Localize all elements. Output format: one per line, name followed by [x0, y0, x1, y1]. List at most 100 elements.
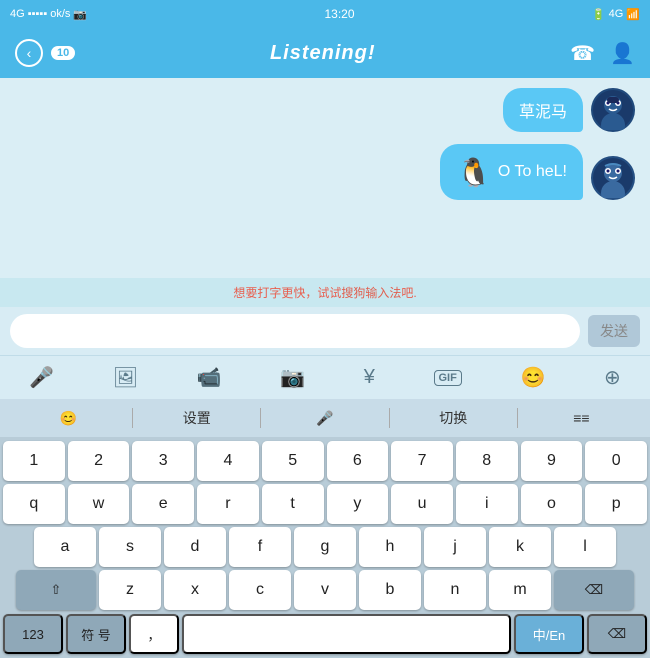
key-0[interactable]: 0 [585, 441, 647, 481]
key-6[interactable]: 6 [327, 441, 389, 481]
kb-qwerty-row: q w e r t y u i o p [3, 484, 647, 524]
avatar [591, 156, 635, 200]
message-bubble: 草泥马 [503, 88, 583, 132]
kb-mic-button[interactable]: 🎤 [261, 399, 388, 437]
key-n[interactable]: n [424, 570, 486, 610]
kb-menu-button[interactable]: ≡≡ [518, 399, 645, 437]
delete-key[interactable]: ⌫ [587, 614, 647, 654]
signal-4g: 4G [609, 8, 624, 20]
plus-icon[interactable]: ⊕ [604, 365, 621, 390]
hint-suffix: 吧. [401, 286, 416, 300]
key-x[interactable]: x [164, 570, 226, 610]
chinese-en-key[interactable]: 中/En [514, 614, 584, 654]
input-bar: 发送 [0, 307, 650, 355]
profile-button[interactable]: 👤 [610, 41, 635, 66]
wifi-icon: 📶 [626, 8, 640, 21]
gif-button[interactable]: GIF [434, 370, 462, 386]
kb-number-row: 1 2 3 4 5 6 7 8 9 0 [3, 441, 647, 481]
header-right: ☎ 👤 [570, 41, 635, 66]
call-button[interactable]: ☎ [570, 41, 595, 66]
signal-label: ok/s [50, 8, 70, 20]
mic-icon[interactable]: 🎤 [29, 365, 54, 390]
comma-key[interactable]: ， [129, 614, 179, 654]
video-icon[interactable]: 📹 [197, 365, 222, 390]
back-icon: ‹ [27, 45, 32, 61]
message-text: 草泥马 [519, 104, 567, 121]
key-o[interactable]: o [521, 484, 583, 524]
input-hint: 想要打字更快，试试搜狗输入法吧. [0, 278, 650, 307]
kb-settings-label: 设置 [183, 408, 211, 428]
key-h[interactable]: h [359, 527, 421, 567]
hint-prefix: 想要打字更快，试试 [233, 286, 341, 300]
hint-highlight: 搜狗输入法 [341, 286, 401, 300]
space-key[interactable] [182, 614, 511, 654]
kb-zxcv-row: ⇧ z x c v b n m ⌫ [3, 570, 647, 610]
key-2[interactable]: 2 [68, 441, 130, 481]
kb-settings-button[interactable]: 设置 [133, 399, 260, 437]
symbol-key[interactable]: 符 号 [66, 614, 126, 654]
key-g[interactable]: g [294, 527, 356, 567]
send-button[interactable]: 发送 [588, 315, 640, 347]
message-bubble-sticker: 🐧 O To heL! [440, 144, 583, 200]
camera-icon[interactable]: 📷 [280, 365, 305, 390]
key-u[interactable]: u [391, 484, 453, 524]
key-4[interactable]: 4 [197, 441, 259, 481]
kb-switch-button[interactable]: 切换 [390, 399, 517, 437]
key-r[interactable]: r [197, 484, 259, 524]
key-c[interactable]: c [229, 570, 291, 610]
key-p[interactable]: p [585, 484, 647, 524]
key-5[interactable]: 5 [262, 441, 324, 481]
key-9[interactable]: 9 [521, 441, 583, 481]
image-icon[interactable]: 🖼 [113, 365, 138, 390]
key-w[interactable]: w [68, 484, 130, 524]
emoji-icon[interactable]: 😊 [520, 365, 545, 390]
message-input[interactable] [10, 314, 580, 348]
key-s[interactable]: s [99, 527, 161, 567]
shift-key[interactable]: ⇧ [16, 570, 96, 610]
avatar-svg-2 [593, 158, 633, 198]
chat-area: 草泥马 🐧 O To heL! [0, 78, 650, 278]
kb-switch-label: 切换 [439, 408, 467, 428]
key-f[interactable]: f [229, 527, 291, 567]
key-l[interactable]: l [554, 527, 616, 567]
keyboard-top-row: 😊 设置 🎤 切换 ≡≡ [0, 399, 650, 437]
network-label: 4G ▪▪▪▪▪ [10, 8, 47, 20]
message-text: O To heL! [498, 163, 567, 181]
kb-emoji-button[interactable]: 😊 [5, 399, 132, 437]
status-right: 🔋 4G 📶 [592, 8, 640, 21]
toolbar: 🎤 🖼 📹 📷 ¥ GIF 😊 ⊕ [0, 355, 650, 399]
backspace-key[interactable]: ⌫ [554, 570, 634, 610]
key-b[interactable]: b [359, 570, 421, 610]
key-v[interactable]: v [294, 570, 356, 610]
key-e[interactable]: e [132, 484, 194, 524]
status-left: 4G ▪▪▪▪▪ ok/s 📷 [10, 8, 87, 21]
key-i[interactable]: i [456, 484, 518, 524]
header: ‹ 10 Listening! ☎ 👤 [0, 28, 650, 78]
avatar-svg [593, 90, 633, 130]
key-t[interactable]: t [262, 484, 324, 524]
key-3[interactable]: 3 [132, 441, 194, 481]
key-k[interactable]: k [489, 527, 551, 567]
battery-icon: 🔋 [592, 8, 606, 21]
message-row: 🐧 O To heL! [15, 144, 635, 200]
kb-mic-icon: 🎤 [316, 410, 333, 427]
key-m[interactable]: m [489, 570, 551, 610]
avatar [591, 88, 635, 132]
yen-icon[interactable]: ¥ [364, 366, 375, 389]
chat-title: Listening! [270, 42, 376, 65]
key-y[interactable]: y [327, 484, 389, 524]
key-a[interactable]: a [34, 527, 96, 567]
key-z[interactable]: z [99, 570, 161, 610]
status-time: 13:20 [325, 7, 355, 21]
back-button[interactable]: ‹ [15, 39, 43, 67]
key-8[interactable]: 8 [456, 441, 518, 481]
key-1[interactable]: 1 [3, 441, 65, 481]
keyboard: 1 2 3 4 5 6 7 8 9 0 q w e r t y u i o p … [0, 437, 650, 614]
numeric-key[interactable]: 123 [3, 614, 63, 654]
message-row: 草泥马 [15, 88, 635, 132]
key-d[interactable]: d [164, 527, 226, 567]
key-j[interactable]: j [424, 527, 486, 567]
key-q[interactable]: q [3, 484, 65, 524]
key-7[interactable]: 7 [391, 441, 453, 481]
status-bar: 4G ▪▪▪▪▪ ok/s 📷 13:20 🔋 4G 📶 [0, 0, 650, 28]
